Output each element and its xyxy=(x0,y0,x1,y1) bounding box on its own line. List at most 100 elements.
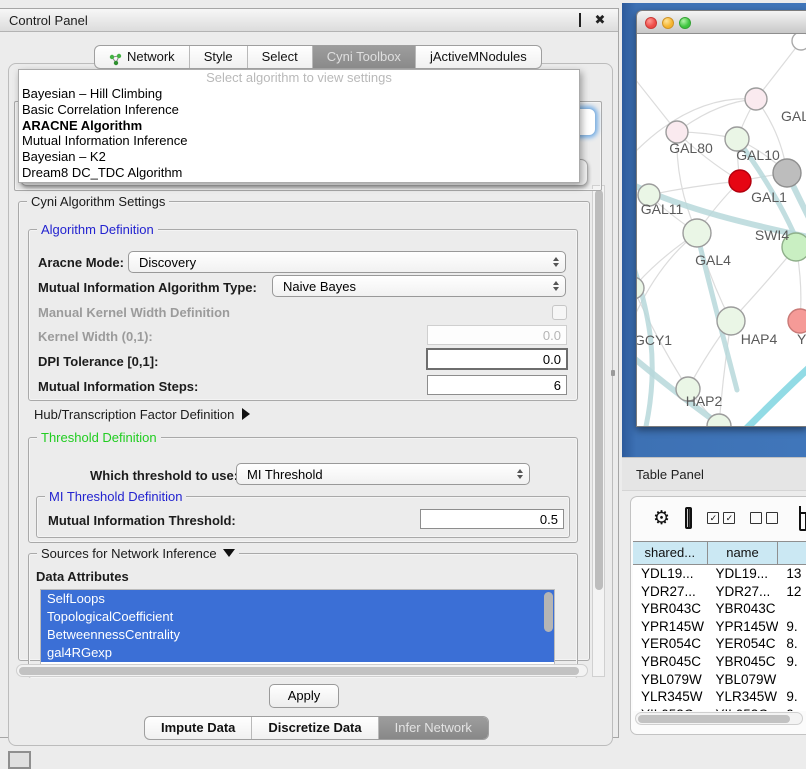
tab-cyni-toolbox[interactable]: Cyni Toolbox xyxy=(313,46,416,68)
bottom-tab-discretize-data[interactable]: Discretize Data xyxy=(252,717,378,739)
table-row[interactable]: YBR043CYBR043C xyxy=(633,600,806,618)
algorithm-option[interactable]: Dream8 DC_TDC Algorithm xyxy=(19,165,579,181)
attribute-item[interactable]: SelfLoops xyxy=(41,590,554,608)
kernel-width-field[interactable]: 0.0 xyxy=(427,325,567,345)
network-node-gal2[interactable] xyxy=(745,88,767,110)
network-edge[interactable] xyxy=(731,247,796,321)
tab-label: Network xyxy=(127,46,175,68)
network-window-titlebar[interactable] xyxy=(637,11,806,34)
table-row[interactable]: YBL079WYBL079W xyxy=(633,671,806,689)
table-row[interactable]: YLR345WYLR345W9. xyxy=(633,688,806,706)
minimize-traffic-light-icon[interactable] xyxy=(662,17,674,29)
tab-jactivemnodules[interactable]: jActiveMNodules xyxy=(416,46,541,68)
bottom-tab-infer-network[interactable]: Infer Network xyxy=(379,717,488,739)
network-node-top-partial[interactable] xyxy=(792,34,806,50)
close-traffic-light-icon[interactable] xyxy=(645,17,657,29)
node-label-gal4: GAL4 xyxy=(695,252,731,268)
table-cell: YPR145W xyxy=(633,618,707,636)
table-row[interactable]: YPR145WYPR145W9. xyxy=(633,618,806,636)
mi-threshold-definition-title: MI Threshold Definition xyxy=(45,489,186,504)
data-attributes-list[interactable]: SelfLoopsTopologicalCoefficientBetweenne… xyxy=(40,589,555,667)
hub-factor-section[interactable]: Hub/Transcription Factor Definition xyxy=(34,407,250,422)
panel-divider-handle[interactable] xyxy=(611,370,615,376)
gear-icon[interactable]: ⚙ xyxy=(653,508,670,528)
mi-threshold-field[interactable]: 0.5 xyxy=(420,509,564,529)
split-columns-icon[interactable] xyxy=(685,507,692,529)
table-row[interactable]: YER054CYER054C8. xyxy=(633,635,806,653)
table-panel-header[interactable]: Table Panel xyxy=(622,457,806,491)
algorithm-option[interactable]: Basic Correlation Inference xyxy=(19,102,579,118)
sources-title-row[interactable]: Sources for Network Inference xyxy=(37,546,239,561)
float-window-icon[interactable] xyxy=(574,14,586,26)
which-threshold-combo[interactable]: MI Threshold xyxy=(236,463,530,485)
mi-steps-field[interactable]: 6 xyxy=(427,375,567,395)
node-label-gal2: GAL xyxy=(781,108,806,124)
algorithm-option[interactable]: Bayesian – Hill Climbing xyxy=(19,86,579,102)
attribute-item[interactable]: TopologicalCoefficient xyxy=(41,608,554,626)
network-canvas[interactable]: GALGAL80GAL10GAL1GAL11SWI4GAL4GCY1HAP4YH… xyxy=(637,34,806,426)
tab-network[interactable]: Network xyxy=(95,46,190,68)
algorithm-option[interactable]: Mutual Information Inference xyxy=(19,133,579,149)
tab-select[interactable]: Select xyxy=(248,46,313,68)
table-row[interactable]: YIL052CYIL052C9 xyxy=(633,706,806,711)
node-label-gcy1: GCY1 xyxy=(637,332,672,348)
network-edge-thick[interactable] xyxy=(743,366,806,426)
algorithm-option[interactable]: ARACNE Algorithm xyxy=(19,118,579,134)
network-icon xyxy=(109,51,122,64)
network-edge[interactable] xyxy=(649,181,740,195)
settings-vscrollbar[interactable] xyxy=(592,185,605,677)
table-row[interactable]: YBR045CYBR045C9. xyxy=(633,653,806,671)
tab-style[interactable]: Style xyxy=(190,46,248,68)
collapsed-panel-icon[interactable] xyxy=(8,751,31,769)
which-threshold-label: Which threshold to use: xyxy=(90,468,238,483)
select-all-icon[interactable]: ✓✓ xyxy=(707,512,735,524)
network-edge[interactable] xyxy=(677,99,756,132)
node-table: shared...name YDL19...YDL19...13YDR27...… xyxy=(633,541,806,711)
dpi-tolerance-field[interactable]: 0.0 xyxy=(426,348,568,370)
apply-button[interactable]: Apply xyxy=(269,684,339,708)
column-header-extra[interactable] xyxy=(778,542,806,564)
column-header-name[interactable]: name xyxy=(708,542,779,564)
table-cell: YBR043C xyxy=(707,600,778,618)
app-screen: { "control_panel": { "title": "Control P… xyxy=(0,0,806,762)
dpi-tolerance-label: DPI Tolerance [0,1]: xyxy=(38,354,158,369)
column-header-shared...[interactable]: shared... xyxy=(633,542,708,564)
document-icon[interactable] xyxy=(799,506,806,531)
table-row[interactable]: YDL19...YDL19...13 xyxy=(633,565,806,583)
network-node-gal1[interactable] xyxy=(729,170,751,192)
network-node-gray-node[interactable] xyxy=(773,159,801,187)
close-panel-icon[interactable]: ✖ xyxy=(594,14,606,26)
table-hscrollbar[interactable] xyxy=(635,712,803,725)
aracne-mode-combo[interactable]: Discovery xyxy=(128,251,566,273)
mi-algorithm-type-combo[interactable]: Naive Bayes xyxy=(272,275,566,297)
settings-hscrollbar-thumb[interactable] xyxy=(19,667,579,675)
table-row[interactable]: YDR27...YDR27...12 xyxy=(633,583,806,601)
mi-algorithm-type-label: Mutual Information Algorithm Type: xyxy=(38,280,257,295)
data-attributes-label: Data Attributes xyxy=(36,569,129,584)
control-tabs: Network StyleSelectCyni ToolboxjActiveMNo… xyxy=(94,45,542,69)
network-window: GALGAL80GAL10GAL1GAL11SWI4GAL4GCY1HAP4YH… xyxy=(636,10,806,427)
table-panel: ⚙ ✓✓ shared...name YDL19...YDL19...13YDR… xyxy=(630,496,806,735)
network-node-salmon[interactable] xyxy=(788,309,806,333)
attribute-item[interactable]: gal4RGexp xyxy=(41,644,554,662)
table-cell: YLR345W xyxy=(633,688,707,706)
settings-hscrollbar[interactable] xyxy=(16,664,588,677)
table-hscrollbar-thumb[interactable] xyxy=(638,715,790,723)
cyni-settings-area: Cyni Algorithm Settings Algorithm Defini… xyxy=(10,185,590,677)
table-cell: 12 xyxy=(778,583,806,601)
zoom-traffic-light-icon[interactable] xyxy=(679,17,691,29)
mi-algorithm-type-value: Naive Bayes xyxy=(273,279,547,294)
which-threshold-value: MI Threshold xyxy=(237,467,511,482)
control-panel-titlebar[interactable]: Control Panel ✖ xyxy=(0,9,618,32)
network-node-gal4[interactable] xyxy=(683,219,711,247)
manual-kernel-checkbox[interactable] xyxy=(552,305,567,320)
table-cell: YPR145W xyxy=(707,618,778,636)
deselect-all-icon[interactable] xyxy=(750,512,778,524)
settings-vscrollbar-thumb[interactable] xyxy=(595,190,603,590)
control-panel-window: Control Panel ✖ Network StyleSelectCyni T… xyxy=(0,8,619,738)
attribute-item[interactable]: BetweennessCentrality xyxy=(41,626,554,644)
bottom-tab-impute-data[interactable]: Impute Data xyxy=(145,717,252,739)
list-scrollbar-thumb[interactable] xyxy=(544,592,553,632)
threshold-definition-title: Threshold Definition xyxy=(37,430,161,445)
algorithm-option[interactable]: Bayesian – K2 xyxy=(19,149,579,165)
